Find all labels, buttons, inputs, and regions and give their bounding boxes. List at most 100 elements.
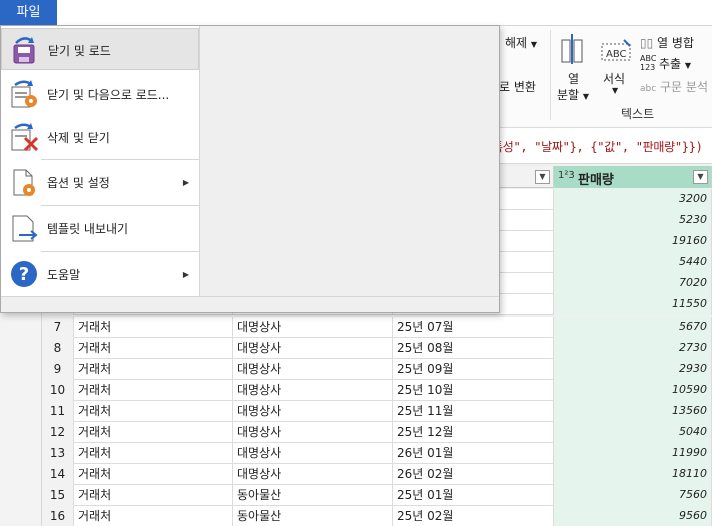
options-and-settings-item[interactable]: 옵션 및 설정 ▶ (1, 161, 199, 203)
table-cell[interactable]: 거래처 (74, 401, 233, 422)
table-cell[interactable]: 거래처 (74, 506, 233, 526)
table-row[interactable]: 10 거래처 대명상사 25년 10월 10590 (42, 380, 712, 401)
table-cell-sales[interactable]: 3200 (554, 189, 712, 210)
parse-button[interactable]: abc 구문 분석 (640, 78, 708, 95)
extract-button[interactable]: 추출 ▼ (659, 55, 691, 72)
merge-columns-label: 열 병합 (657, 36, 694, 50)
table-cell-sales[interactable]: 11990 (554, 443, 712, 464)
table-cell[interactable]: 거래처 (74, 464, 233, 485)
discard-and-close-label: 삭제 및 닫기 (47, 131, 110, 145)
menu-divider (41, 205, 199, 206)
table-cell[interactable]: 거래처 (74, 359, 233, 380)
table-cell[interactable]: 25년 07월 (393, 317, 554, 338)
split-column-icon (560, 34, 588, 64)
discard-and-close-item[interactable]: 삭제 및 닫기 (1, 116, 199, 158)
table-row[interactable]: 15 거래처 동아물산 25년 01월 7560 (42, 485, 712, 506)
table-cell[interactable]: 거래처 (74, 422, 233, 443)
table-cell-sales[interactable]: 7020 (554, 273, 712, 294)
table-row[interactable]: 7 거래처 대명상사 25년 07월 5670 (42, 317, 712, 338)
submenu-arrow-icon: ▶ (182, 270, 189, 279)
column-header-sales[interactable]: 1²3 판매량 ▼ (554, 166, 712, 188)
split-column-label-1[interactable]: 열 (568, 70, 579, 87)
whole-number-type-icon[interactable]: 1²3 (558, 170, 575, 181)
table-cell[interactable]: 25년 10월 (393, 380, 554, 401)
close-and-load-item[interactable]: 닫기 및 로드 (1, 28, 199, 70)
table-cell-sales[interactable]: 9560 (554, 506, 712, 526)
file-menu-footer (1, 296, 499, 312)
column-filter-button[interactable]: ▼ (693, 170, 708, 184)
table-cell[interactable]: 거래처 (74, 380, 233, 401)
table-cell[interactable]: 대명상사 (233, 464, 393, 485)
file-menu-content-pane (199, 26, 499, 296)
ribbon-tab-bar (0, 0, 712, 26)
table-cell[interactable]: 대명상사 (233, 317, 393, 338)
table-cell[interactable]: 동아물산 (233, 506, 393, 526)
help-label: 도움말 (47, 268, 81, 282)
table-cell-sales[interactable]: 11550 (554, 294, 712, 315)
table-cell[interactable]: 25년 12월 (393, 422, 554, 443)
export-template-item[interactable]: 템플릿 내보내기 (1, 207, 199, 249)
format-icon: ABC (600, 38, 632, 64)
split-column-button[interactable]: 분할 ▼ (557, 86, 589, 103)
table-cell[interactable]: 대명상사 (233, 359, 393, 380)
table-cell[interactable]: 거래처 (74, 443, 233, 464)
table-cell-sales[interactable]: 2930 (554, 359, 712, 380)
table-cell-sales[interactable]: 5230 (554, 210, 712, 231)
table-cell[interactable]: 거래처 (74, 317, 233, 338)
export-template-label: 템플릿 내보내기 (47, 222, 129, 236)
table-cell-sales[interactable]: 2730 (554, 338, 712, 359)
table-cell[interactable]: 동아물산 (233, 485, 393, 506)
table-cell[interactable]: 26년 01월 (393, 443, 554, 464)
table-cell-sales[interactable]: 5670 (554, 317, 712, 338)
table-cell-sales[interactable]: 5440 (554, 252, 712, 273)
close-and-load-to-label: 닫기 및 다음으로 로드... (47, 88, 170, 102)
table-row[interactable]: 13 거래처 대명상사 26년 01월 11990 (42, 443, 712, 464)
table-cell[interactable]: 대명상사 (233, 338, 393, 359)
menu-divider (41, 251, 199, 252)
row-number: 16 (42, 506, 74, 526)
table-cell[interactable]: 25년 08월 (393, 338, 554, 359)
table-cell[interactable]: 거래처 (74, 338, 233, 359)
table-cell-sales[interactable]: 7560 (554, 485, 712, 506)
table-row[interactable]: 12 거래처 대명상사 25년 12월 5040 (42, 422, 712, 443)
table-row[interactable]: 11 거래처 대명상사 25년 11월 13560 (42, 401, 712, 422)
table-cell-sales[interactable]: 5040 (554, 422, 712, 443)
table-cell-sales[interactable]: 13560 (554, 401, 712, 422)
extract-label: 추출 (659, 57, 682, 71)
table-cell[interactable]: 25년 01월 (393, 485, 554, 506)
close-and-load-to-item[interactable]: 닫기 및 다음으로 로드... (1, 73, 199, 115)
table-cell[interactable]: 25년 09월 (393, 359, 554, 380)
menu-divider (41, 159, 199, 160)
help-item[interactable]: ? 도움말 ▶ (1, 253, 199, 295)
table-cell[interactable]: 대명상사 (233, 401, 393, 422)
table-cell[interactable]: 대명상사 (233, 443, 393, 464)
unpivot-label: 해제 (505, 36, 528, 50)
row-number: 15 (42, 485, 74, 506)
row-number: 13 (42, 443, 74, 464)
formula-text[interactable]: 특성", "날짜"}, {"값", "판매량"}}) (492, 138, 703, 155)
table-row[interactable]: 14 거래처 대명상사 26년 02월 18110 (42, 464, 712, 485)
table-row[interactable]: 16 거래처 동아물산 25년 02월 9560 (42, 506, 712, 526)
table-cell[interactable]: 26년 02월 (393, 464, 554, 485)
table-cell[interactable]: 대명상사 (233, 422, 393, 443)
column-title-sales: 판매량 (578, 173, 614, 188)
options-settings-icon (9, 167, 39, 200)
discard-and-close-icon (9, 122, 39, 155)
table-cell-sales[interactable]: 18110 (554, 464, 712, 485)
table-cell-sales[interactable]: 10590 (554, 380, 712, 401)
table-cell[interactable]: 25년 02월 (393, 506, 554, 526)
file-tab[interactable]: 파일 (0, 0, 57, 25)
merge-columns-button[interactable]: ▯▯ 열 병합 (640, 34, 694, 51)
convert-to-list-button[interactable]: 로 변환 (499, 78, 536, 95)
merge-columns-icon: ▯▯ (640, 36, 654, 50)
column-filter-button[interactable]: ▼ (535, 170, 550, 184)
format-button[interactable]: 서식 (603, 70, 625, 87)
table-cell-sales[interactable]: 19160 (554, 231, 712, 252)
row-number: 14 (42, 464, 74, 485)
table-cell[interactable]: 대명상사 (233, 380, 393, 401)
table-cell[interactable]: 25년 11월 (393, 401, 554, 422)
unpivot-columns-button[interactable]: 해제 ▼ (505, 34, 537, 51)
table-cell[interactable]: 거래처 (74, 485, 233, 506)
table-row[interactable]: 9 거래처 대명상사 25년 09월 2930 (42, 359, 712, 380)
table-row[interactable]: 8 거래처 대명상사 25년 08월 2730 (42, 338, 712, 359)
